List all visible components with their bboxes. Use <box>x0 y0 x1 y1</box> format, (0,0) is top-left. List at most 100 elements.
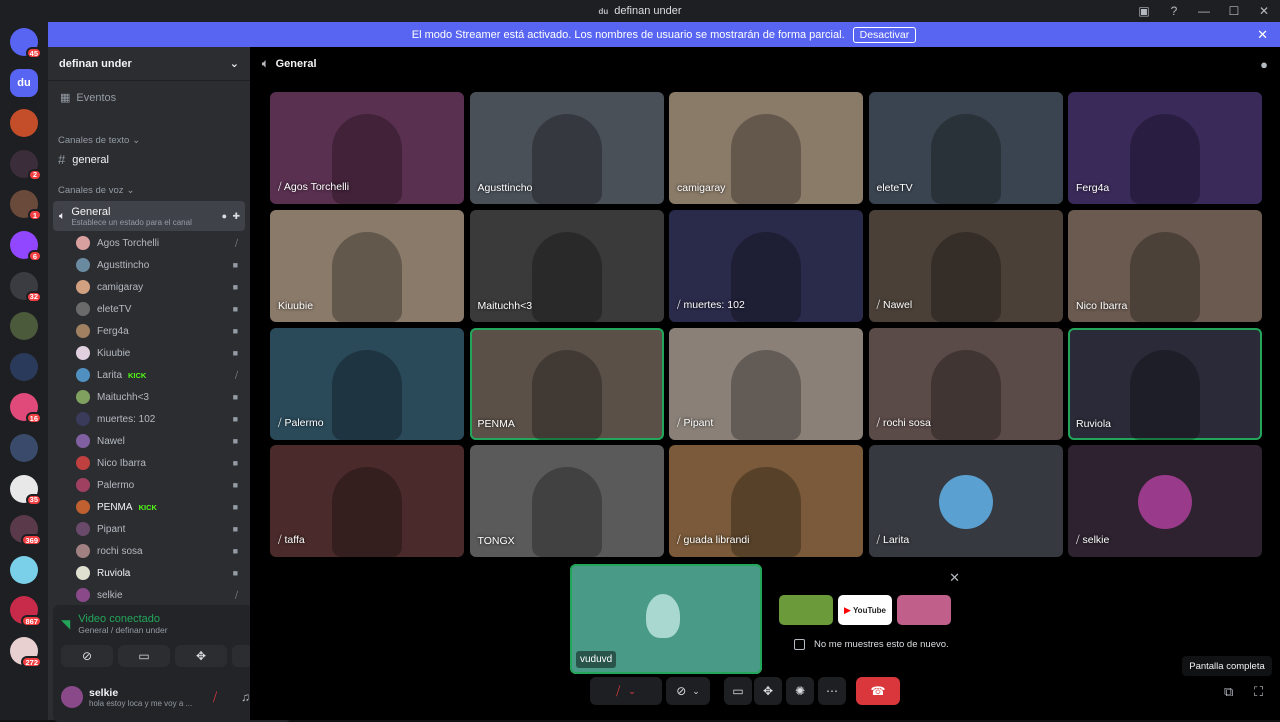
activities-button[interactable]: ✥ <box>754 677 782 705</box>
avatar[interactable] <box>61 686 83 708</box>
voice-member[interactable]: Nawel ■ <box>76 434 246 448</box>
voice-channel-status[interactable]: Establece un estado para el canal <box>71 218 192 227</box>
voice-member[interactable]: rochi sosa ■ <box>76 544 246 558</box>
voice-member[interactable]: Pipant ■ <box>76 522 246 536</box>
mic-toggle-button[interactable]: ⧸ ⌄ <box>590 677 662 705</box>
voice-member[interactable]: Palermo ■ <box>76 478 246 492</box>
events-label: Eventos <box>76 91 117 104</box>
server-icon[interactable]: 369 <box>10 515 42 547</box>
user-name: selkie <box>89 686 119 699</box>
voice-category[interactable]: Canales de voz ⌄ <box>58 185 260 196</box>
video-tile[interactable]: eleteTV <box>868 92 1063 204</box>
video-tile[interactable]: ⧸ taffa <box>270 445 464 558</box>
screen-share-button[interactable]: ▭ <box>724 677 752 705</box>
fullscreen-icon[interactable]: ⛶ <box>1254 684 1263 700</box>
chat-icon[interactable]: ● <box>1260 57 1268 72</box>
popup-close-icon[interactable]: ✕ <box>949 570 960 586</box>
pop-out-icon[interactable]: ⧉ <box>1224 684 1233 700</box>
video-tile[interactable]: camigaray <box>669 92 863 204</box>
voice-member[interactable]: Kiuubie ■ <box>76 346 246 360</box>
mic-muted-icon[interactable]: ⧸ <box>213 690 217 705</box>
server-icon[interactable]: du <box>10 68 38 97</box>
server-icon[interactable]: 867 <box>10 596 42 628</box>
server-icon[interactable] <box>10 352 38 381</box>
chat-icon[interactable]: ● <box>222 211 227 221</box>
text-category[interactable]: Canales de texto ⌄ <box>58 135 260 146</box>
server-icon[interactable]: 2 <box>10 149 42 181</box>
deactivate-button[interactable]: Desactivar <box>852 26 917 43</box>
soundboard-button[interactable]: ✺ <box>786 677 814 705</box>
voice-member[interactable]: Ruviola ■ <box>76 566 246 580</box>
server-icon[interactable]: 272 <box>10 637 42 668</box>
voice-member[interactable]: eleteTV ■ <box>76 302 246 316</box>
participant-name: Ruviola <box>1076 418 1111 430</box>
voice-connected-sub[interactable]: General / definan under <box>78 625 167 635</box>
voice-member[interactable]: selkie ⧸ <box>76 588 246 602</box>
server-icon[interactable] <box>10 312 38 341</box>
video-tile[interactable]: ⧸ Palermo <box>270 327 464 440</box>
video-tile[interactable]: Agusttincho <box>469 92 664 204</box>
headphones-icon[interactable]: ♫ <box>241 690 250 704</box>
camera-toggle-button[interactable]: ⊘ ⌄ <box>666 677 710 705</box>
youtube-card[interactable]: ▶ YouTube <box>838 595 892 625</box>
server-icon[interactable]: 6 <box>10 231 42 262</box>
member-name: Nawel <box>97 435 125 447</box>
channel-general-text[interactable]: # general <box>58 152 260 167</box>
video-tile[interactable]: Ferg4a <box>1068 92 1262 204</box>
voice-member[interactable]: Ferg4a ■ <box>76 324 246 338</box>
camera-off-button[interactable]: ⊘ <box>61 645 113 667</box>
video-tile[interactable]: ⧸ selkie <box>1068 445 1262 558</box>
screen-share-button[interactable]: ▭ <box>118 645 170 667</box>
voice-member[interactable]: Agusttincho ■ <box>76 258 246 272</box>
banner-close-icon[interactable]: ✕ <box>1257 27 1268 43</box>
voice-member[interactable]: Nico Ibarra ■ <box>76 456 246 470</box>
server-icon[interactable]: 1 <box>10 190 42 222</box>
signal-icon[interactable]: ◥ <box>61 617 70 631</box>
video-tile[interactable]: PENMA <box>469 327 664 440</box>
video-tile[interactable]: Kiuubie <box>270 209 464 322</box>
video-tile[interactable]: TONGX <box>469 445 664 558</box>
speaker-icon: 🔈︎ <box>262 57 269 70</box>
close-window-button[interactable]: ✕ <box>1256 4 1272 18</box>
voice-member[interactable]: Maituchh<3 ■ <box>76 390 246 404</box>
video-tile[interactable]: Maituchh<3 <box>469 209 664 322</box>
activities-button[interactable]: ✥ <box>175 645 227 667</box>
server-icon[interactable]: 35 <box>10 474 42 506</box>
self-preview[interactable]: vuduvd <box>570 564 762 674</box>
server-icon[interactable] <box>10 109 38 138</box>
more-options-button[interactable]: ⋯ <box>818 677 846 705</box>
guild-header[interactable]: definan under ⌄ <box>48 47 250 81</box>
maximize-button[interactable]: ☐ <box>1226 4 1242 18</box>
server-icon[interactable] <box>10 555 38 584</box>
video-tile[interactable]: ⧸ muertes: 102 <box>669 209 863 322</box>
voice-member[interactable]: Agos Torchelli ⧸ <box>76 236 246 250</box>
video-tile[interactable]: ⧸ Larita <box>868 445 1063 558</box>
server-icon[interactable]: 32 <box>10 271 42 303</box>
voice-member[interactable]: camigaray ■ <box>76 280 246 294</box>
server-icon[interactable]: 45 <box>10 28 42 59</box>
inbox-icon[interactable]: ▣ <box>1136 4 1152 18</box>
server-icon[interactable]: 16 <box>10 393 42 425</box>
video-tile[interactable]: ⧸ rochi sosa <box>868 327 1063 440</box>
checkbox-label: No me muestres esto de nuevo. <box>814 639 949 650</box>
add-member-icon[interactable]: ✚ <box>232 211 240 222</box>
voice-member[interactable]: PENMA KICK ■ <box>76 500 246 514</box>
video-tile[interactable]: ⧸ Nawel <box>868 209 1063 322</box>
voice-channel-general[interactable]: 🔈︎ General Establece un estado para el c… <box>53 201 245 231</box>
help-icon[interactable]: ? <box>1166 4 1182 18</box>
activity-card[interactable] <box>779 595 833 625</box>
video-tile[interactable]: Nico Ibarra <box>1068 209 1262 322</box>
participant-silhouette <box>1130 231 1200 322</box>
activity-card[interactable] <box>897 595 951 625</box>
checkbox[interactable] <box>794 639 805 650</box>
minimize-button[interactable]: — <box>1196 4 1212 18</box>
video-tile[interactable]: ⧸ guada librandi <box>669 445 863 558</box>
server-icon[interactable] <box>10 434 38 462</box>
disconnect-button[interactable]: ☎ <box>856 677 900 705</box>
video-tile[interactable]: ⧸ Pipant <box>669 327 863 440</box>
video-tile[interactable]: ⧸ Agos Torchelli <box>270 92 464 204</box>
events-item[interactable]: ▦ Eventos <box>60 91 262 105</box>
video-tile[interactable]: Ruviola <box>1068 327 1262 440</box>
voice-member[interactable]: muertes: 102 ■ <box>76 412 246 426</box>
voice-member[interactable]: Larita KICK ⧸ <box>76 368 246 382</box>
